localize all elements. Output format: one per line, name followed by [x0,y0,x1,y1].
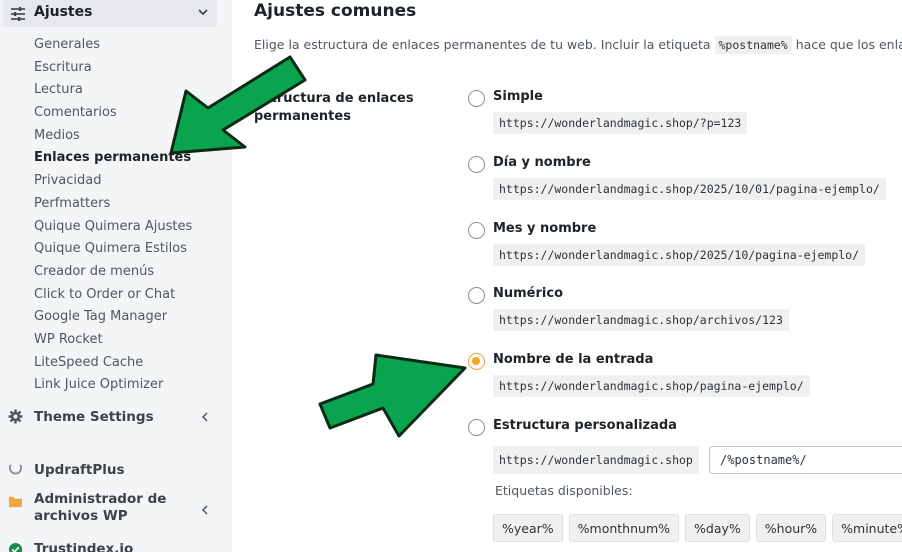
arrow-pointing-selected-option-icon [318,353,467,438]
arrow-pointing-enlaces-permanentes-icon [169,55,307,155]
annotation-arrows [169,55,467,438]
